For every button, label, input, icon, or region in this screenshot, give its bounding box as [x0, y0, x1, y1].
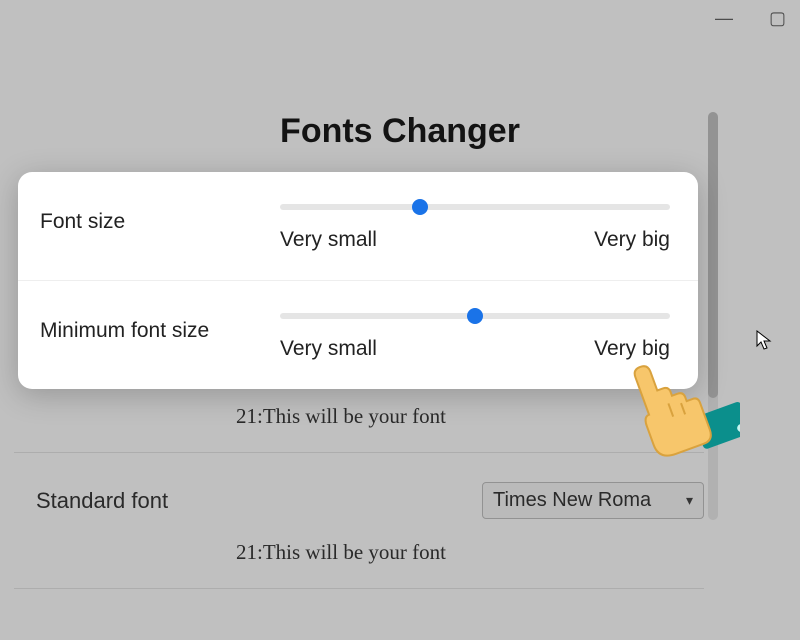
- font-size-popup: Font size Very small Very big Minimum fo…: [18, 172, 698, 389]
- font-size-row: Font size Very small Very big: [18, 172, 698, 280]
- font-size-slider-thumb[interactable]: [412, 199, 428, 215]
- slider-min-caption: Very small: [280, 228, 377, 252]
- mouse-cursor-icon: [756, 330, 772, 355]
- minimum-font-size-slider[interactable]: [280, 313, 670, 319]
- minimum-font-size-row: Minimum font size Very small Very big: [18, 280, 698, 389]
- maximize-button[interactable]: ▢: [769, 8, 786, 29]
- standard-font-row: Standard font Times New Roma ▾: [36, 482, 704, 519]
- window-controls: — ▢: [715, 8, 786, 29]
- page-title: Fonts Changer: [0, 112, 800, 151]
- font-size-slider[interactable]: [280, 204, 670, 210]
- divider: [14, 452, 704, 453]
- standard-font-select[interactable]: Times New Roma ▾: [482, 482, 704, 519]
- font-preview-line: 21:This will be your font: [36, 404, 704, 429]
- standard-font-label: Standard font: [36, 488, 168, 514]
- chevron-down-icon: ▾: [686, 492, 693, 509]
- pointing-hand-graphic: [620, 352, 740, 472]
- slider-max-caption: Very big: [594, 228, 670, 252]
- font-preview-line: 21:This will be your font: [36, 540, 704, 565]
- font-size-label: Font size: [40, 198, 260, 234]
- minimum-font-size-slider-thumb[interactable]: [467, 308, 483, 324]
- slider-min-caption: Very small: [280, 337, 377, 361]
- minimum-font-size-label: Minimum font size: [40, 307, 260, 343]
- divider: [14, 588, 704, 589]
- standard-font-value: Times New Roma: [493, 489, 651, 512]
- minimize-button[interactable]: —: [715, 8, 733, 29]
